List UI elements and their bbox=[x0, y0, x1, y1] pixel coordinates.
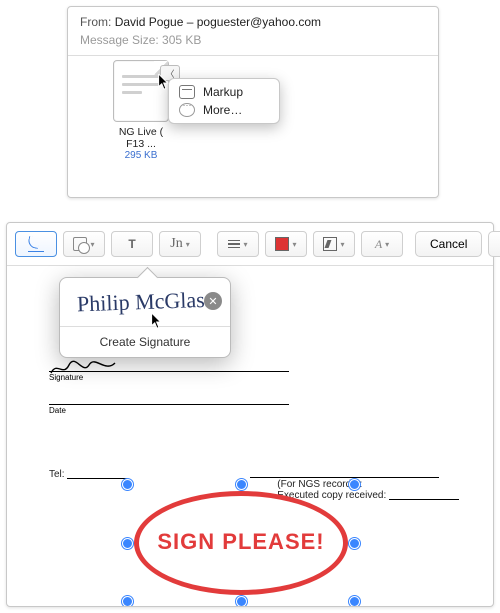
chevron-down-icon: ▾ bbox=[340, 240, 344, 249]
from-label: From: bbox=[80, 15, 111, 29]
attachment-thumbnail[interactable]: 〈 bbox=[113, 60, 169, 122]
size-label: Message Size: bbox=[80, 33, 159, 47]
markup-toolbar: ▾ T Jn▾ ▾ ▾ ▾ A▾ Cancel Done bbox=[7, 223, 493, 266]
create-signature-button[interactable]: Create Signature bbox=[60, 327, 230, 357]
records-divider bbox=[250, 477, 439, 478]
date-line bbox=[49, 404, 289, 405]
resize-handle[interactable] bbox=[236, 596, 247, 606]
executed-line bbox=[389, 499, 459, 500]
tool-text[interactable]: T bbox=[111, 231, 153, 257]
delete-signature-button[interactable]: ✕ bbox=[204, 292, 222, 310]
menu-label: Markup bbox=[203, 85, 243, 99]
annotation-text[interactable]: SIGN PLEASE! bbox=[126, 529, 356, 555]
menu-item-more[interactable]: More… bbox=[169, 101, 279, 119]
existing-signature-scribble bbox=[49, 359, 119, 377]
font-style-icon: A bbox=[375, 237, 382, 252]
cursor-icon bbox=[151, 313, 163, 329]
date-label: Date bbox=[49, 406, 289, 415]
tool-text-style[interactable]: A▾ bbox=[361, 231, 403, 257]
done-button[interactable]: Done bbox=[488, 231, 500, 257]
resize-handle[interactable] bbox=[122, 538, 133, 549]
markup-icon bbox=[179, 85, 195, 99]
markup-window: ▾ T Jn▾ ▾ ▾ ▾ A▾ Cancel Done Philip McGl… bbox=[6, 222, 494, 607]
line-style-icon bbox=[228, 240, 240, 249]
signature-icon: Jn bbox=[170, 240, 182, 248]
tool-line-style[interactable]: ▾ bbox=[217, 231, 259, 257]
shapes-icon bbox=[73, 237, 87, 251]
tel-field: Tel: bbox=[49, 469, 127, 480]
tel-label: Tel: bbox=[49, 469, 65, 480]
tool-shapes[interactable]: ▾ bbox=[63, 231, 105, 257]
chevron-down-icon: ▾ bbox=[243, 240, 247, 249]
cursor-icon bbox=[158, 74, 170, 90]
attachment-name: NG Live ( F13 ... bbox=[86, 126, 196, 150]
from-row: From: David Pogue – poguester@yahoo.com bbox=[80, 15, 426, 29]
fill-icon bbox=[323, 237, 337, 251]
document-viewport[interactable]: Philip McGlass ✕ Create Signature Signat… bbox=[7, 265, 493, 606]
resize-handle[interactable] bbox=[122, 479, 133, 490]
mail-header: From: David Pogue – poguester@yahoo.com … bbox=[68, 7, 438, 51]
attachment-context-menu: Markup More… bbox=[168, 78, 280, 124]
resize-handle[interactable] bbox=[122, 596, 133, 606]
color-swatch-icon bbox=[275, 237, 289, 251]
tel-line bbox=[67, 478, 127, 479]
menu-label: More… bbox=[203, 103, 242, 117]
tool-fill-style[interactable]: ▾ bbox=[313, 231, 355, 257]
from-value: David Pogue – poguester@yahoo.com bbox=[115, 15, 321, 29]
signature-name: Philip McGlass bbox=[76, 287, 213, 318]
resize-handle[interactable] bbox=[236, 479, 247, 490]
tool-sign[interactable]: Jn ▾ bbox=[159, 231, 201, 257]
text-icon: T bbox=[128, 237, 135, 251]
signature-preview[interactable]: Philip McGlass ✕ bbox=[60, 278, 230, 327]
signature-popover: Philip McGlass ✕ Create Signature bbox=[59, 277, 231, 358]
message-size: Message Size: 305 KB bbox=[80, 33, 426, 47]
signature-field-block: Signature Date bbox=[49, 349, 289, 415]
chevron-down-icon: ▾ bbox=[292, 240, 296, 249]
resize-handle[interactable] bbox=[349, 538, 360, 549]
cancel-button[interactable]: Cancel bbox=[415, 231, 482, 257]
chevron-down-icon: ▾ bbox=[90, 240, 94, 249]
resize-handle[interactable] bbox=[349, 596, 360, 606]
pen-icon bbox=[28, 237, 44, 252]
mail-body[interactable]: 〈 NG Live ( F13 ... 295 KB Markup More… bbox=[68, 56, 438, 196]
attachment-size: 295 KB bbox=[86, 150, 196, 161]
chevron-down-icon: ▾ bbox=[186, 240, 190, 249]
more-icon bbox=[179, 103, 195, 117]
document-page: Philip McGlass ✕ Create Signature Signat… bbox=[31, 279, 469, 606]
signature-line bbox=[49, 371, 289, 372]
mail-compose-panel: From: David Pogue – poguester@yahoo.com … bbox=[67, 6, 439, 198]
tool-sketch[interactable] bbox=[15, 231, 57, 257]
oval-annotation[interactable]: SIGN PLEASE! bbox=[126, 483, 356, 603]
menu-item-markup[interactable]: Markup bbox=[169, 83, 279, 101]
resize-handle[interactable] bbox=[349, 479, 360, 490]
tool-stroke-color[interactable]: ▾ bbox=[265, 231, 307, 257]
chevron-down-icon: ▾ bbox=[385, 240, 389, 249]
size-value: 305 KB bbox=[162, 33, 201, 47]
